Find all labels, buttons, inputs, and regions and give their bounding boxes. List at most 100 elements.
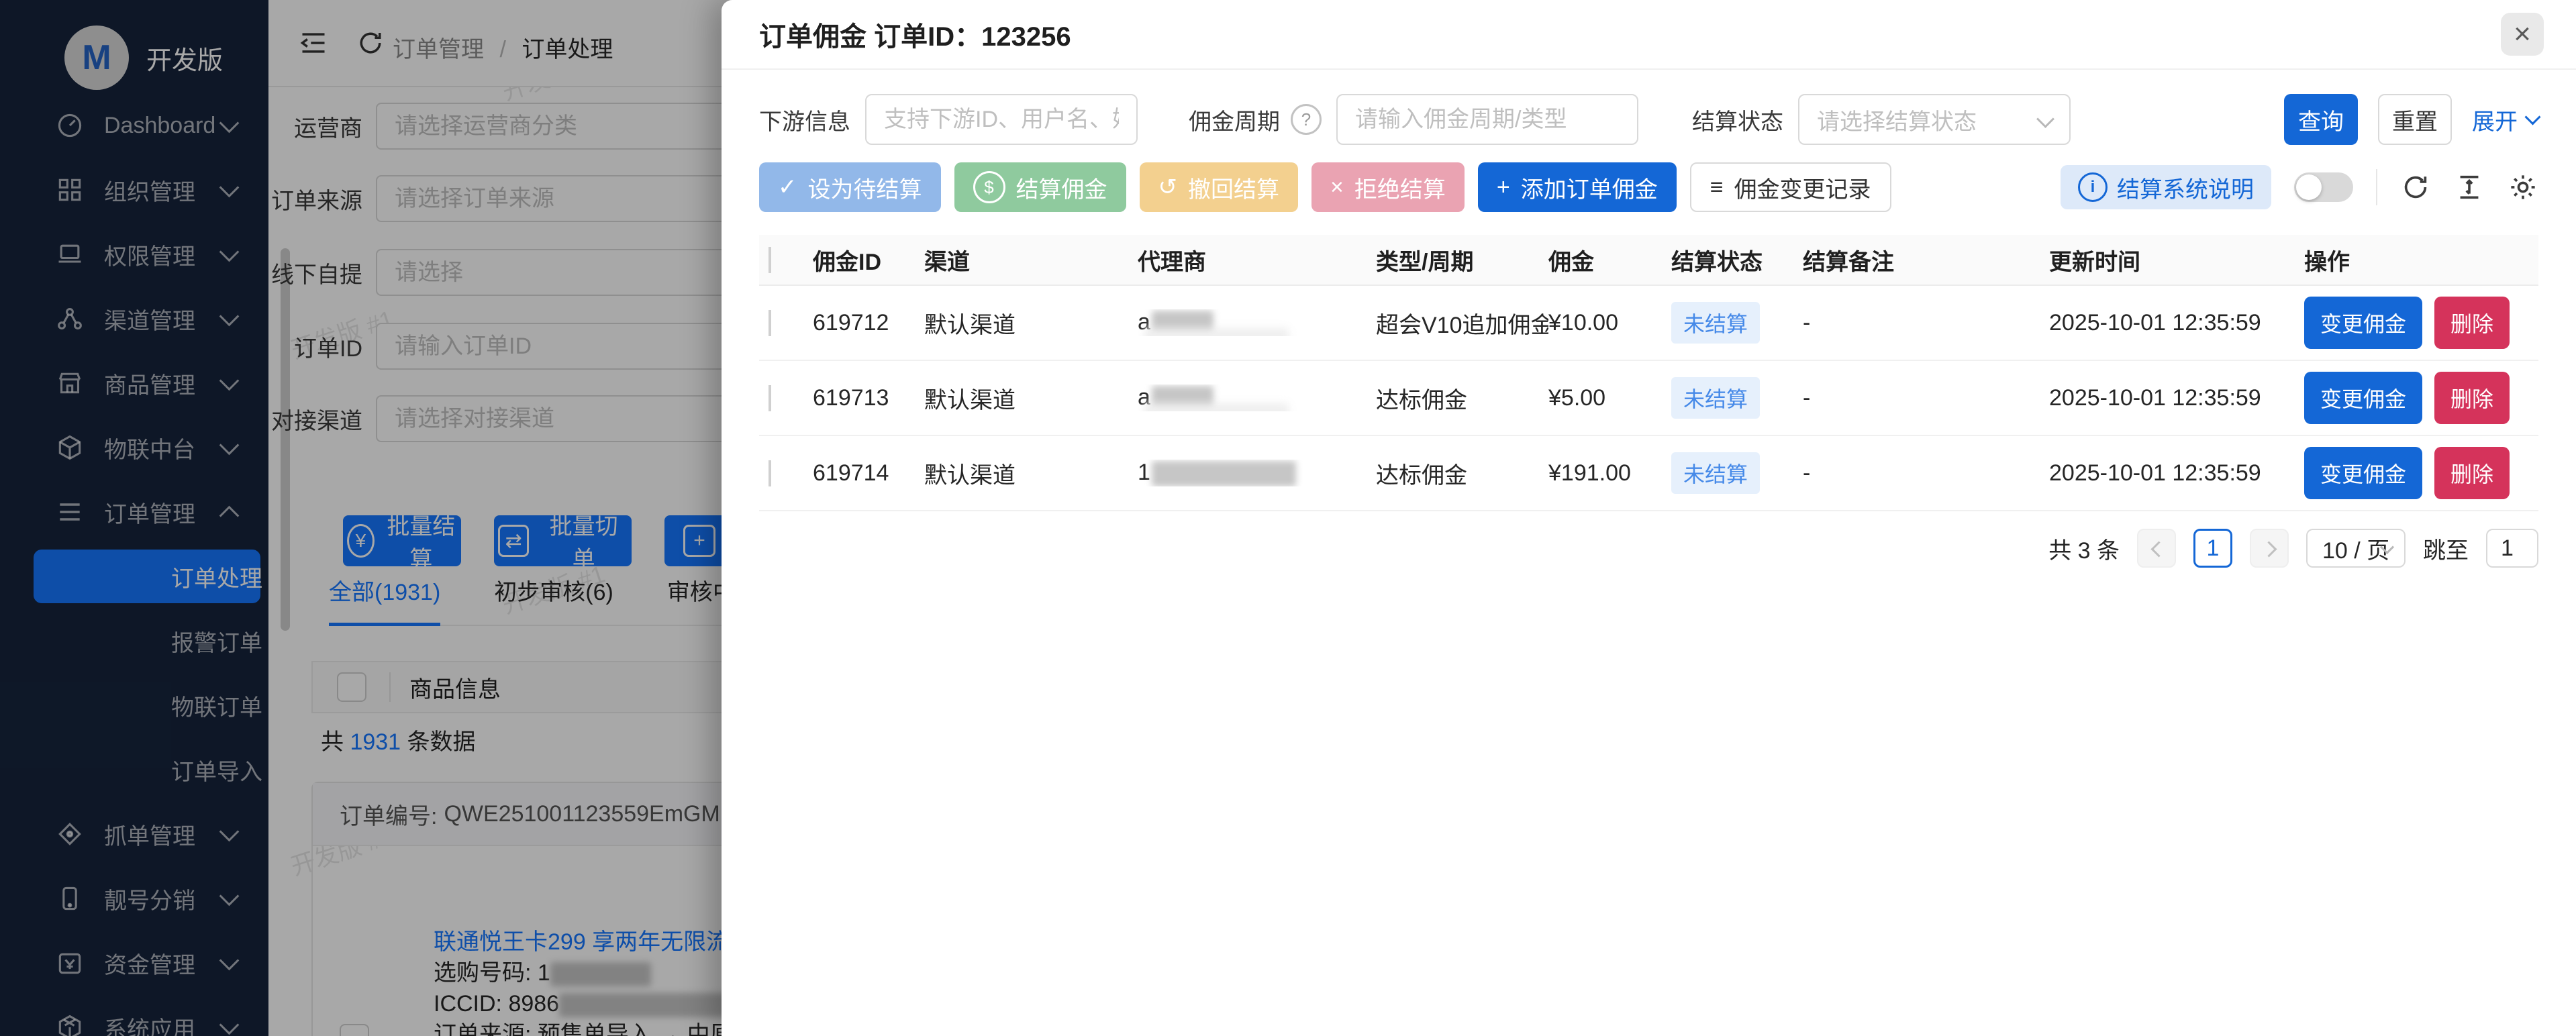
commission-id: 619713 — [813, 385, 924, 411]
settle-commission-button[interactable]: $ 结算佣金 — [954, 162, 1126, 212]
commission-period-input[interactable] — [1336, 94, 1638, 145]
downstream-filter: 下游信息 — [759, 94, 1138, 145]
redacted-agent-line2 — [1144, 403, 1289, 411]
agent: a — [1138, 309, 1376, 336]
chevron-down-icon — [2036, 110, 2054, 128]
change-commission-button[interactable]: 变更佣金 — [2304, 297, 2422, 349]
row-checkbox[interactable] — [769, 385, 771, 411]
toggle-knob — [2296, 174, 2322, 200]
col-agent: 代理商 — [1138, 244, 1376, 276]
row-height-icon[interactable] — [2454, 172, 2485, 203]
drawer-header: 订单佣金 订单ID：123256 × — [722, 0, 2576, 70]
jump-label: 跳至 — [2423, 532, 2469, 565]
channel: 默认渠道 — [924, 307, 1138, 340]
delete-button[interactable]: 删除 — [2434, 297, 2510, 349]
row-actions: 变更佣金 删除 — [2304, 447, 2538, 499]
status-badge: 未结算 — [1671, 377, 1760, 419]
plus-icon: + — [1497, 174, 1510, 201]
downstream-input[interactable] — [865, 94, 1138, 145]
app-screen: M 开发版 Dashboard 组织管理 权限管理 渠道管理 — [0, 0, 2576, 1036]
close-button[interactable]: × — [2501, 13, 2544, 56]
gear-icon[interactable] — [2508, 172, 2538, 203]
commission-amount: ¥191.00 — [1548, 460, 1671, 486]
delete-button[interactable]: 删除 — [2434, 447, 2510, 499]
select-all-checkbox[interactable] — [769, 247, 771, 273]
commission-amount: ¥5.00 — [1548, 385, 1671, 411]
close-icon: × — [2514, 17, 2531, 51]
row-actions: 变更佣金 删除 — [2304, 297, 2538, 349]
commission-amount: ¥10.00 — [1548, 310, 1671, 336]
table-tools: i 结算系统说明 — [2061, 165, 2538, 209]
help-icon[interactable]: ? — [1291, 104, 1322, 135]
commission-id: 619712 — [813, 310, 924, 336]
dollar-circle-icon: $ — [973, 171, 1005, 203]
close-icon: × — [1330, 174, 1344, 201]
table-row: 619714 默认渠道 1 达标佣金 ¥191.00 未结算 - 2025-10… — [759, 436, 2538, 511]
channel: 默认渠道 — [924, 457, 1138, 490]
next-page-button[interactable] — [2250, 529, 2289, 568]
toggle-switch[interactable] — [2294, 172, 2353, 202]
expand-link[interactable]: 展开 — [2472, 103, 2538, 136]
reload-icon[interactable] — [2400, 172, 2431, 203]
chevron-right-icon — [2261, 541, 2277, 557]
withdraw-settle-button[interactable]: ↺ 撤回结算 — [1140, 162, 1299, 212]
commission-change-log-button[interactable]: ≡ 佣金变更记录 — [1690, 162, 1891, 212]
set-pending-settle-button[interactable]: ✓ 设为待结算 — [759, 162, 941, 212]
settle-remark: - — [1803, 460, 2049, 486]
reset-button[interactable]: 重置 — [2378, 94, 2452, 145]
settle-remark: - — [1803, 385, 2049, 411]
reject-settle-button[interactable]: × 拒绝结算 — [1311, 162, 1465, 212]
col-settle-status: 结算状态 — [1671, 244, 1803, 276]
settle-system-note[interactable]: i 结算系统说明 — [2061, 165, 2271, 209]
row-actions: 变更佣金 删除 — [2304, 372, 2538, 424]
table-header-row: 佣金ID 渠道 代理商 类型/周期 佣金 结算状态 结算备注 更新时间 操作 — [759, 235, 2538, 286]
col-settle-remark: 结算备注 — [1803, 244, 2049, 276]
chevron-down-icon — [2524, 109, 2540, 125]
settle-status-select[interactable]: 请选择结算状态 — [1798, 94, 2071, 145]
commission-table: 佣金ID 渠道 代理商 类型/周期 佣金 结算状态 结算备注 更新时间 操作 6… — [759, 235, 2538, 511]
update-time: 2025-10-01 12:35:59 — [2049, 385, 2304, 411]
agent: a — [1138, 384, 1376, 411]
current-page[interactable]: 1 — [2193, 529, 2232, 568]
divider — [2376, 169, 2377, 205]
query-button[interactable]: 查询 — [2284, 94, 2358, 145]
row-checkbox[interactable] — [769, 310, 771, 336]
pagination: 共 3 条 1 10 / 页 跳至 — [759, 529, 2538, 568]
commission-id: 619714 — [813, 460, 924, 486]
chevron-left-icon — [2150, 541, 2167, 557]
drawer-filter-bar: 下游信息 佣金周期 ? 结算状态 请选择结算状态 查询 — [759, 94, 2538, 145]
col-channel: 渠道 — [924, 244, 1138, 276]
col-commission-id: 佣金ID — [813, 244, 924, 276]
channel: 默认渠道 — [924, 382, 1138, 415]
list-icon: ≡ — [1710, 174, 1724, 201]
col-type-period: 类型/周期 — [1376, 244, 1548, 276]
total-count: 共 3 条 — [2048, 532, 2120, 565]
drawer-action-bar: ✓ 设为待结算 $ 结算佣金 ↺ 撤回结算 × 拒绝结算 + 添加订单佣金 — [759, 162, 2538, 212]
redacted-agent — [1152, 461, 1296, 486]
search-actions: 查询 重置 展开 — [2284, 94, 2538, 145]
commission-drawer: 订单佣金 订单ID：123256 × 下游信息 佣金周期 ? 结算状态 请选择结… — [722, 0, 2576, 1036]
check-icon: ✓ — [778, 174, 797, 201]
table-row: 619712 默认渠道 a 超会V10追加佣金 ¥10.00 未结算 - 202… — [759, 286, 2538, 361]
row-checkbox[interactable] — [769, 460, 771, 486]
downstream-label: 下游信息 — [759, 103, 850, 136]
change-commission-button[interactable]: 变更佣金 — [2304, 372, 2422, 424]
settle-status-filter: 结算状态 请选择结算状态 — [1692, 94, 2071, 145]
commission-period-filter: 佣金周期 ? — [1189, 94, 1638, 145]
delete-button[interactable]: 删除 — [2434, 372, 2510, 424]
col-commission: 佣金 — [1548, 244, 1671, 276]
change-commission-button[interactable]: 变更佣金 — [2304, 447, 2422, 499]
add-order-commission-button[interactable]: + 添加订单佣金 — [1478, 162, 1677, 212]
commission-period-label: 佣金周期 — [1189, 103, 1280, 136]
type-period: 达标佣金 — [1376, 457, 1548, 490]
col-actions: 操作 — [2304, 244, 2538, 276]
prev-page-button[interactable] — [2137, 529, 2176, 568]
drawer-title: 订单佣金 订单ID：123256 — [759, 15, 1071, 54]
page-size-select[interactable]: 10 / 页 — [2306, 529, 2406, 568]
jump-page-input[interactable] — [2486, 529, 2538, 568]
redacted-agent-line2 — [1144, 328, 1289, 336]
undo-icon: ↺ — [1158, 174, 1178, 201]
update-time: 2025-10-01 12:35:59 — [2049, 310, 2304, 336]
type-period: 超会V10追加佣金 — [1376, 307, 1548, 340]
table-row: 619713 默认渠道 a 达标佣金 ¥5.00 未结算 - 2025-10-0… — [759, 361, 2538, 436]
